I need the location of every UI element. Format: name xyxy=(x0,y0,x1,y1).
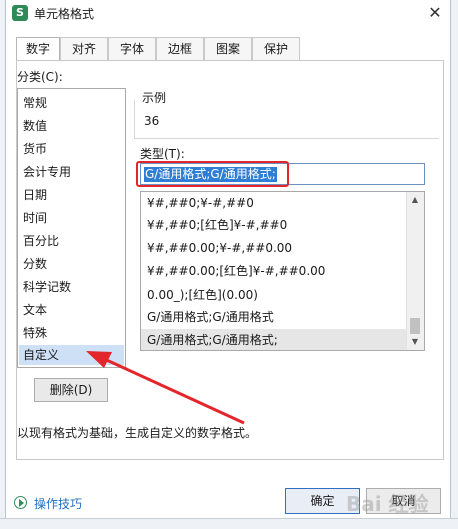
annotation-arrow xyxy=(86,351,245,425)
annotation-arrow-line xyxy=(99,355,245,425)
annotation-arrow-head xyxy=(86,351,112,368)
